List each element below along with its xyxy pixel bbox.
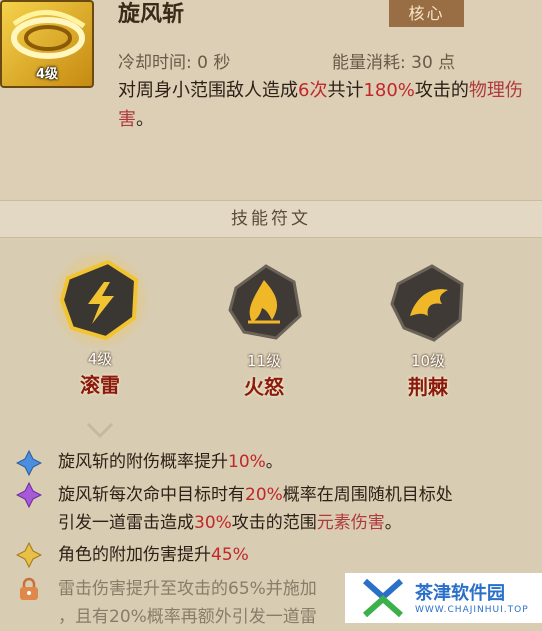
effect-3-text: 角色的附加伤害提升45% — [58, 545, 249, 565]
fire-rune-icon — [228, 264, 302, 340]
gold-diamond-icon — [16, 542, 42, 568]
watermark-title: 茶津软件园 — [415, 583, 505, 604]
thunder-rune-icon — [50, 250, 150, 350]
rune-level: 4级 — [87, 350, 113, 368]
watermark-logo-icon — [363, 578, 403, 618]
watermark-url: WWW.CHAJINHUI.TOP — [415, 605, 529, 615]
rune-name: 荆棘 — [408, 375, 448, 399]
cooldown-text: 冷却时间: 0 秒 — [118, 53, 231, 73]
effect-1-text: 旋风斩的附伤概率提升10%。 — [58, 452, 283, 472]
core-tag: 核心 — [389, 0, 464, 27]
rune-item-thorn[interactable]: 10级 荆棘 — [386, 260, 470, 400]
skill-header: 4级 旋风斩 核心 冷却时间: 0 秒 能量消耗: 30 点 对周身小范围敌人造… — [0, 0, 542, 200]
thorn-rune-icon — [390, 264, 464, 342]
rune-level: 10级 — [410, 352, 446, 370]
chevron-down-icon — [86, 422, 114, 439]
lock-icon — [20, 577, 38, 600]
purple-diamond-icon — [16, 482, 42, 508]
rune-level: 11级 — [246, 352, 282, 370]
rune-item-fire[interactable]: 11级 火怒 — [222, 260, 306, 400]
skill-name: 旋风斩 — [118, 2, 185, 27]
watermark: 茶津软件园 WWW.CHAJINHUI.TOP — [345, 573, 542, 623]
rune-name: 火怒 — [244, 375, 284, 399]
rune-name: 滚雷 — [80, 373, 120, 397]
rune-item-thunder[interactable]: 4级 滚雷 — [48, 248, 152, 398]
skill-icon[interactable]: 4级 — [0, 0, 94, 88]
rune-section-header: 技能符文 — [0, 200, 542, 238]
effect-2-text: 旋风斩每次命中目标时有20%概率在周围随机目标处 引发一道雷击造成30%攻击的范… — [58, 485, 453, 533]
skill-description: 对周身小范围敌人造成6次共计180%攻击的物理伤害。 — [118, 80, 523, 130]
skill-level: 4级 — [35, 67, 59, 82]
rune-section-title: 技能符文 — [231, 209, 311, 229]
whirlwind-icon — [11, 10, 86, 59]
blue-diamond-icon — [16, 450, 42, 476]
energy-cost-text: 能量消耗: 30 点 — [332, 53, 456, 73]
